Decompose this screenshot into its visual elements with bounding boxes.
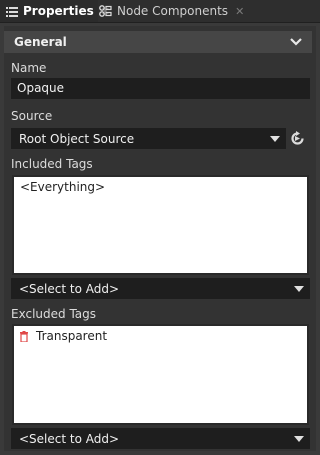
- included-tags-list[interactable]: <Everything>: [12, 175, 309, 275]
- section-header-general[interactable]: General: [4, 31, 312, 53]
- add-placeholder: <Select to Add>: [19, 431, 120, 446]
- excluded-tags-label: Excluded Tags: [11, 307, 97, 321]
- source-value: Root Object Source: [19, 131, 135, 146]
- list-icon: [6, 4, 18, 18]
- trash-icon[interactable]: [20, 330, 28, 342]
- included-tags-add-dropdown[interactable]: <Select to Add>: [11, 278, 310, 299]
- tab-label: Node Components: [117, 4, 229, 18]
- tab-properties[interactable]: Properties ✕: [0, 0, 110, 22]
- list-item[interactable]: <Everything>: [14, 177, 307, 197]
- add-placeholder: <Select to Add>: [19, 281, 120, 296]
- tab-label: Properties: [23, 4, 94, 18]
- tab-node-components[interactable]: Node Components ✕: [98, 0, 244, 22]
- excluded-tags-add-dropdown[interactable]: <Select to Add>: [11, 428, 310, 449]
- dropdown-arrow-icon: [294, 435, 304, 442]
- components-icon: [98, 4, 112, 18]
- go-to-source-icon[interactable]: [290, 131, 305, 149]
- tab-bar: Properties ✕ Node Components ✕: [0, 0, 320, 23]
- close-icon[interactable]: ✕: [235, 5, 244, 18]
- name-label: Name: [11, 61, 47, 75]
- chevron-down-icon[interactable]: [290, 35, 302, 49]
- name-field[interactable]: Opaque: [11, 78, 310, 99]
- list-item[interactable]: Transparent: [14, 326, 307, 346]
- dropdown-arrow-icon: [294, 285, 304, 292]
- source-label: Source: [11, 109, 53, 123]
- included-tags-label: Included Tags: [11, 157, 93, 171]
- section-title: General: [14, 35, 67, 49]
- source-dropdown[interactable]: Root Object Source: [11, 128, 286, 149]
- excluded-tags-list[interactable]: Transparent: [12, 324, 309, 425]
- dropdown-arrow-icon: [270, 135, 280, 142]
